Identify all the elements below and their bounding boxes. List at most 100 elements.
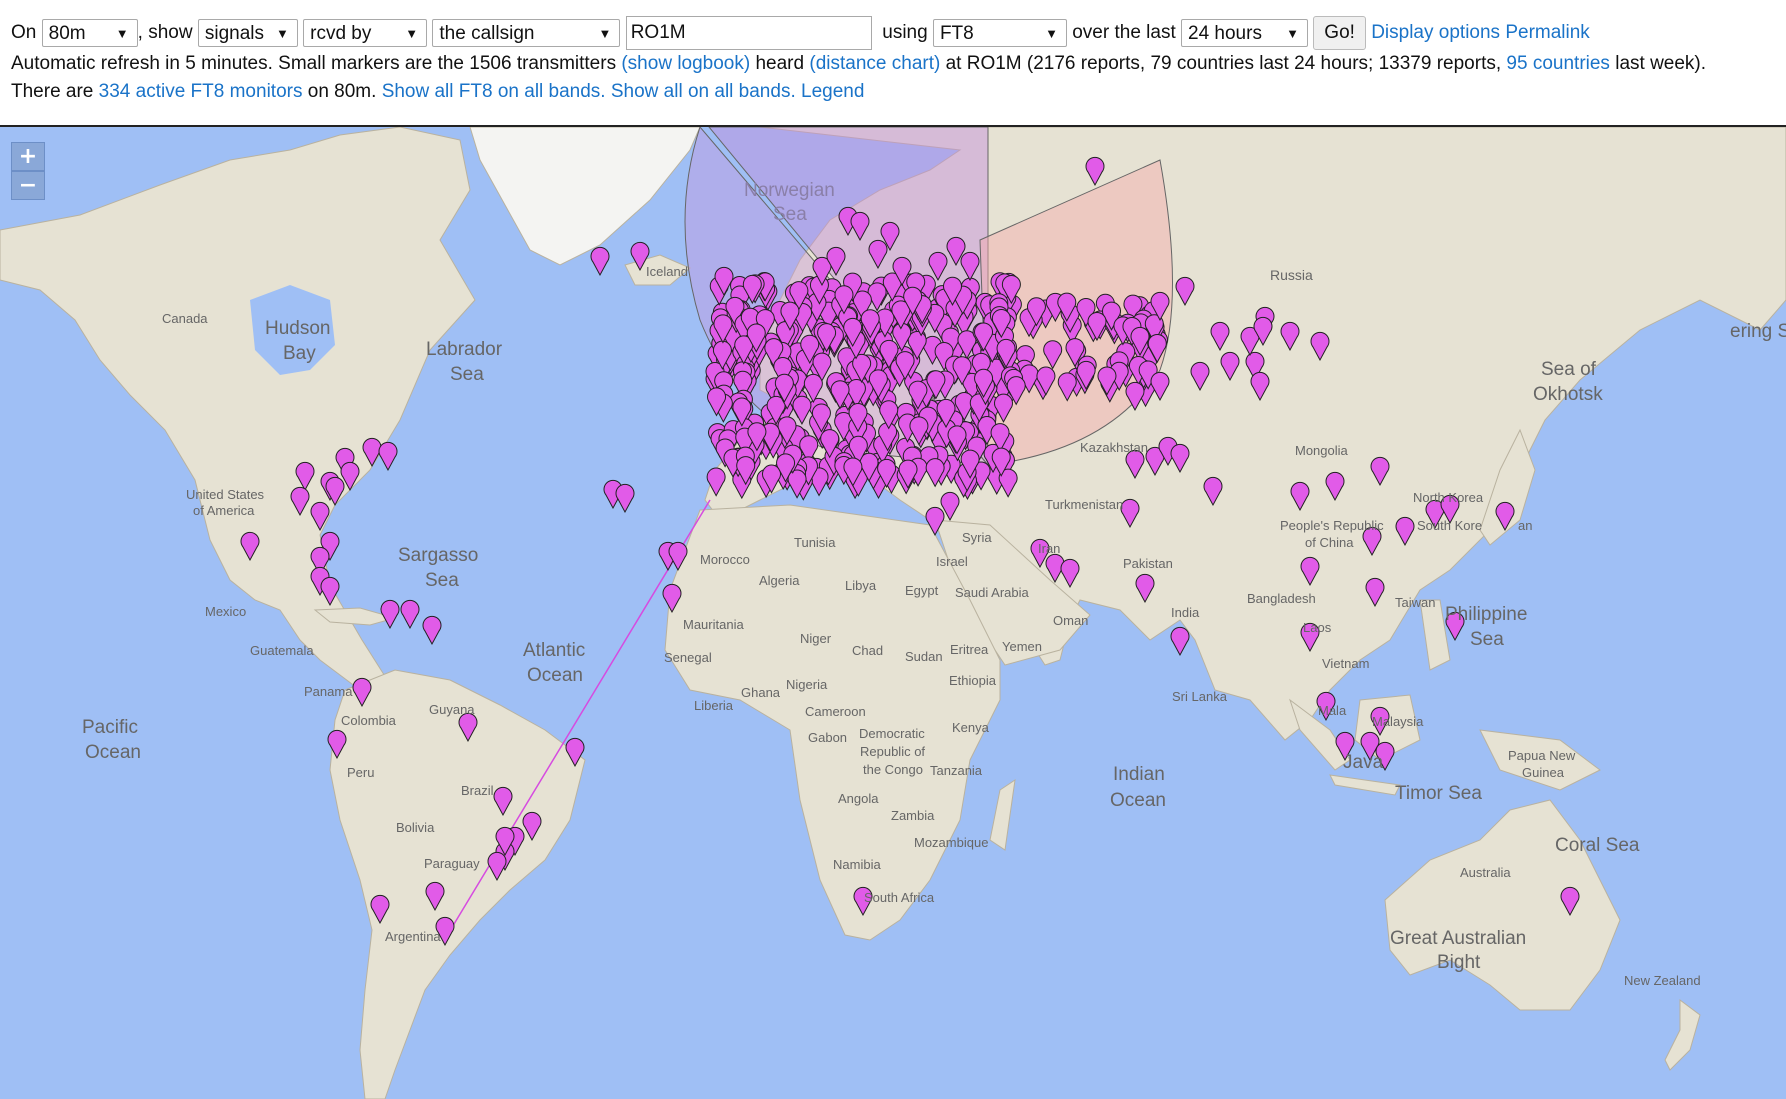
status-line: Automatic refresh in 5 minutes. Small ma… (11, 53, 1706, 75)
map-label: Israel (936, 554, 968, 569)
map-label: Pakistan (1123, 556, 1173, 571)
map-label: Republic of (860, 744, 925, 759)
station-marker[interactable] (380, 599, 400, 630)
legend-link[interactable]: Legend (801, 81, 864, 102)
map-label: Ethiopia (949, 673, 997, 688)
map-label: North Korea (1413, 490, 1484, 505)
station-marker[interactable] (400, 599, 420, 630)
map-label: Hudson (265, 318, 331, 339)
station-marker[interactable] (378, 441, 398, 472)
map-label: Angola (838, 791, 879, 806)
zoom-out-button[interactable]: − (11, 171, 45, 200)
map-label: Mala (1318, 703, 1347, 718)
logbook-link[interactable]: (show logbook) (621, 53, 750, 74)
go-button[interactable]: Go! (1313, 16, 1366, 50)
band-select[interactable]: 80m ▼ (41, 19, 138, 47)
map-label: Pacific (82, 717, 138, 738)
control-bar: On 80m ▼ , show signals ▼ rcvd by ▼ the cal… (0, 0, 1786, 126)
map-label: Colombia (341, 713, 397, 728)
station-marker[interactable] (1170, 626, 1190, 657)
map-label: Iran (1038, 541, 1060, 556)
station-marker[interactable] (590, 246, 610, 277)
map-label: Democratic (859, 726, 925, 741)
map-label: Saudi Arabia (955, 585, 1029, 600)
direction-select[interactable]: rcvd by ▼ (303, 19, 428, 47)
map-label: Guinea (1522, 765, 1565, 780)
mode-select[interactable]: FT8 ▼ (932, 19, 1067, 47)
map-label: Timor Sea (1395, 783, 1482, 804)
period-select[interactable]: 24 hours ▼ (1181, 19, 1309, 47)
map-canvas: Norwegian Sea Iceland Canada Hudson Bay … (0, 127, 1786, 1099)
zoom-in-button[interactable]: + (11, 142, 45, 171)
map-label: Sargasso (398, 545, 478, 566)
status-text: heard (755, 53, 805, 74)
chevron-down-icon: ▼ (405, 26, 419, 41)
map-label: Gabon (808, 730, 847, 745)
map-label: Morocco (700, 552, 750, 567)
world-map[interactable]: Norwegian Sea Iceland Canada Hudson Bay … (0, 127, 1786, 1099)
map-label: of America (193, 503, 255, 518)
map-label: Cameroon (805, 704, 866, 719)
map-label: Mongolia (1295, 443, 1349, 458)
status-text: on 80m. (307, 81, 377, 102)
show-select[interactable]: signals ▼ (197, 19, 298, 47)
chevron-down-icon: ▼ (1286, 26, 1300, 41)
map-label: Oman (1053, 613, 1088, 628)
map-label: an (1518, 518, 1532, 533)
map-label: Philippine (1445, 604, 1527, 625)
africa-land (664, 504, 1001, 941)
map-label: Atlantic (523, 640, 585, 661)
map-label: Namibia (833, 857, 881, 872)
map-label: Turkmenistan (1045, 497, 1123, 512)
map-label: Libya (845, 578, 877, 593)
map-label: South Africa (864, 890, 935, 905)
map-label: Zambia (891, 808, 935, 823)
map-label: Eritrea (950, 642, 989, 657)
map-label: Liberia (694, 698, 734, 713)
station-marker[interactable] (615, 483, 635, 514)
new-zealand-land (1664, 999, 1701, 1071)
map-label: Mozambique (914, 835, 988, 850)
map-label: Argentina (385, 929, 441, 944)
map-label: of China (1305, 535, 1354, 550)
map-label: Kazakhstan (1080, 440, 1148, 455)
map-label: Bight (1437, 952, 1481, 973)
map-label: Bolivia (396, 820, 435, 835)
map-label: Sea (425, 570, 459, 591)
map-label: Algeria (759, 573, 800, 588)
target-select[interactable]: the callsign ▼ (432, 19, 621, 47)
using-label: using (882, 22, 928, 43)
map-label: Canada (162, 311, 208, 326)
map-label: Tanzania (930, 763, 983, 778)
display-options-link[interactable]: Display options (1371, 22, 1500, 44)
chevron-down-icon: ▼ (275, 26, 289, 41)
query-row: On 80m ▼ , show signals ▼ rcvd by ▼ the cal… (11, 15, 1590, 51)
status-text: last week). (1615, 53, 1707, 74)
permalink-link[interactable]: Permalink (1505, 22, 1589, 44)
map-label: Sea (773, 204, 807, 225)
map-label: ering S (1730, 321, 1786, 342)
map-label: Ocean (85, 742, 141, 763)
status-text: There are (11, 81, 94, 102)
map-label: Peru (347, 765, 374, 780)
ft8-all-bands-link[interactable]: Show all FT8 on all bands. (382, 81, 606, 102)
status-text: at RO1M (2176 reports, 79 countries last… (945, 53, 1502, 74)
map-label: Paraguay (424, 856, 480, 871)
map-label: Bangladesh (1247, 591, 1316, 606)
distance-chart-link[interactable]: (distance chart) (809, 53, 940, 74)
map-label: Vietnam (1322, 656, 1369, 671)
map-label: Great Australian (1390, 928, 1526, 949)
all-bands-link[interactable]: Show all on all bands. (611, 81, 796, 102)
map-label: Ocean (527, 665, 583, 686)
over-label: over the last (1072, 22, 1176, 43)
map-label: Coral Sea (1555, 835, 1640, 856)
station-marker[interactable] (422, 615, 442, 646)
australia-land (1384, 799, 1621, 1011)
map-label: New Zealand (1624, 973, 1701, 988)
countries-link[interactable]: 95 countries (1506, 53, 1610, 74)
monitors-line: There are 334 active FT8 monitors on 80m… (11, 81, 864, 103)
callsign-input[interactable]: RO1M (625, 16, 872, 50)
map-label: Iceland (646, 264, 688, 279)
map-label: Sri Lanka (1172, 689, 1228, 704)
active-monitors-link[interactable]: 334 active FT8 monitors (99, 81, 303, 102)
